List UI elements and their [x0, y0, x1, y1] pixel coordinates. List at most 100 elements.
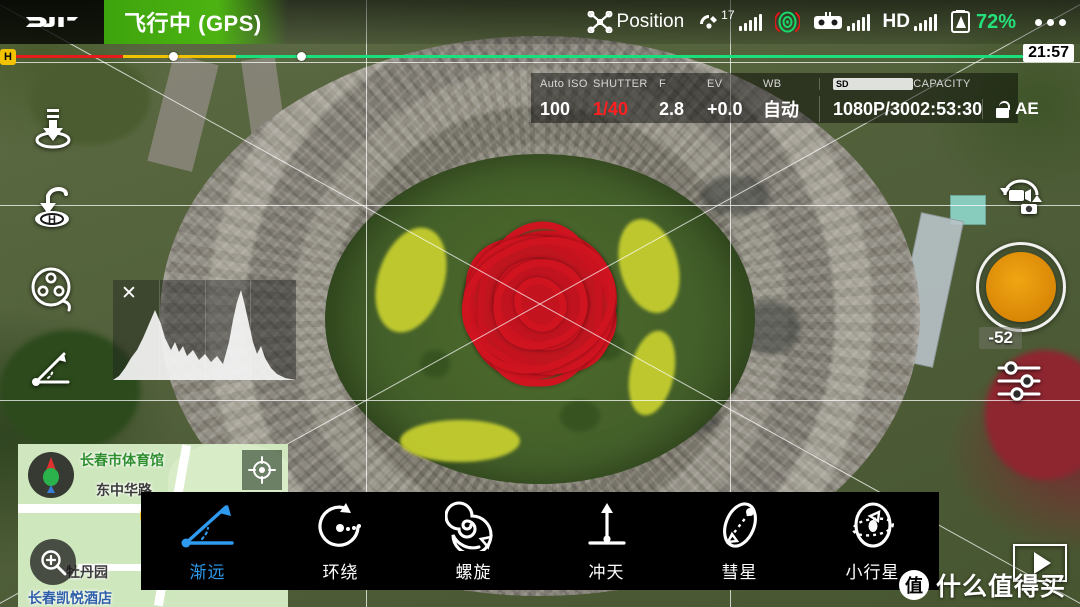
- quickshot-item-circle[interactable]: 环绕: [285, 498, 397, 584]
- feed-patch: [700, 175, 770, 215]
- watermark-text: 什么值得买: [935, 573, 1066, 601]
- histogram-panel: ✕: [113, 280, 296, 380]
- sd-label: SD: [836, 79, 849, 89]
- quickshot-label: 渐远: [189, 562, 226, 582]
- timeline-segment-yellow: [122, 55, 236, 58]
- wb-label-cell: WB: [763, 78, 819, 90]
- feed-flower-bed: [400, 420, 520, 462]
- timeline-home-label: H: [4, 51, 12, 63]
- iso-value-cell[interactable]: 100: [531, 96, 593, 122]
- quickshot-button[interactable]: [26, 264, 80, 314]
- rc-signal-bars: [846, 13, 870, 31]
- rocket-icon: [580, 500, 634, 552]
- remote-controller-indicator[interactable]: [813, 12, 870, 32]
- compass-icon: [43, 457, 59, 493]
- quickshot-item-rocket[interactable]: 冲天: [551, 498, 663, 584]
- flight-mode-label: Position: [616, 11, 685, 32]
- flight-status-text: 飞行中 (GPS): [124, 11, 262, 36]
- ev-value: +0.0: [707, 98, 743, 119]
- battery-icon: [950, 10, 970, 33]
- zoom-in-icon: [41, 550, 67, 576]
- timeline-segment-red: [0, 55, 123, 58]
- exposure-group-labels: Auto ISO SHUTTER F EV WB: [531, 78, 820, 90]
- camera-settings-button[interactable]: [992, 356, 1050, 406]
- battery-percent: 72%: [975, 10, 1016, 33]
- histogram-curve: [113, 290, 296, 380]
- satellite-icon: [700, 15, 718, 29]
- dji-logo-icon: [25, 17, 79, 27]
- map-zoom-in-button[interactable]: [30, 539, 76, 585]
- quickshot-item-dronie[interactable]: 渐远: [152, 498, 264, 584]
- dji-logo[interactable]: [0, 0, 104, 44]
- resolution-value: 1080P/30: [833, 98, 911, 119]
- vision-system-indicator[interactable]: [774, 10, 800, 34]
- flight-mode-indicator[interactable]: Position: [587, 11, 685, 33]
- close-icon[interactable]: ✕: [121, 284, 137, 303]
- ae-lock-button[interactable]: AE: [982, 99, 1039, 119]
- wb-value-cell[interactable]: 自动: [763, 96, 819, 122]
- shutter-label: SHUTTER: [593, 78, 648, 90]
- asteroid-icon: [844, 500, 902, 552]
- iso-label-cell: Auto ISO: [531, 78, 593, 90]
- dronie-icon: [178, 500, 238, 552]
- capacity-label-cell: CAPACITY: [913, 78, 1018, 90]
- return-to-home-button[interactable]: H: [26, 184, 80, 234]
- timeline-track: H: [0, 49, 1024, 65]
- auto-landing-icon: [35, 109, 71, 149]
- quickshot-item-helix[interactable]: 螺旋: [418, 498, 530, 584]
- photo-video-toggle-button[interactable]: [990, 170, 1052, 218]
- shutter-value-cell[interactable]: 1/40: [593, 96, 659, 122]
- aperture-value: 2.8: [659, 98, 685, 119]
- feed-shrub: [560, 400, 600, 432]
- flight-status-banner: 飞行中 (GPS): [104, 0, 288, 44]
- return-to-home-icon: H: [35, 187, 69, 227]
- record-button[interactable]: [976, 242, 1066, 332]
- camera-settings-values-row: 100 1/40 2.8 +0.0 自动 1080P/30 02:53:30 A…: [531, 95, 1039, 123]
- quickshot-menu: 渐远 环绕 螺旋 冲天 彗星 小行星: [141, 492, 939, 590]
- dronie-shortcut-button[interactable]: [26, 344, 80, 394]
- dronie-angle-icon: [32, 352, 70, 386]
- auto-landing-button[interactable]: [26, 104, 80, 154]
- quickshot-label: 螺旋: [455, 562, 492, 582]
- helix-icon: [444, 500, 503, 552]
- map-label: 长春凯悦酒店: [28, 590, 112, 606]
- svg-text:H: H: [48, 214, 56, 226]
- record-button-inner: [986, 252, 1056, 322]
- timeline-segment-green: [235, 55, 1024, 58]
- aperture-label-cell: F: [659, 78, 707, 90]
- quickshot-label: 环绕: [322, 562, 359, 582]
- aperture-label: F: [659, 78, 667, 90]
- exposure-group-values: 100 1/40 2.8 +0.0 自动: [531, 96, 820, 122]
- capacity-value: 02:53:30: [910, 98, 983, 119]
- iso-value: 100: [540, 98, 571, 119]
- hd-video-indicator[interactable]: HD: [883, 11, 937, 33]
- map-compass-button[interactable]: [28, 452, 74, 498]
- topbar-indicators: Position 17 HD 72%: [587, 8, 1080, 34]
- resolution-value-cell[interactable]: 1080P/30: [820, 99, 910, 120]
- shutter-label-cell: SHUTTER: [593, 78, 659, 90]
- quickshot-label: 小行星: [845, 562, 900, 582]
- map-label: 长春市体育馆: [80, 452, 164, 468]
- ev-value-cell[interactable]: +0.0: [707, 96, 763, 122]
- gps-satellite-count: 17: [721, 8, 735, 22]
- feed-red-flower-sculpture: [425, 204, 655, 404]
- dji-go-flight-screen: 飞行中 (GPS) Position 17 HD 72% H 21:57 Aut…: [0, 0, 1080, 607]
- capacity-value-cell: 02:53:30: [910, 99, 982, 120]
- drone-icon: [587, 11, 613, 33]
- remote-controller-icon: [813, 12, 842, 29]
- comet-icon: [712, 500, 768, 552]
- gps-signal-bars: [738, 13, 762, 31]
- more-dots-icon[interactable]: [1035, 18, 1066, 26]
- quickshot-label: 冲天: [588, 562, 625, 582]
- quickshot-item-comet[interactable]: 彗星: [684, 498, 796, 584]
- map-locate-button[interactable]: [242, 450, 282, 490]
- gps-indicator[interactable]: 17: [697, 8, 762, 32]
- battery-indicator[interactable]: 72%: [950, 10, 1016, 34]
- right-sidebar: [976, 170, 1066, 406]
- timeline-home-marker: H: [0, 49, 16, 65]
- quickshot-label: 彗星: [721, 562, 758, 582]
- watermark-logo: 值: [898, 570, 929, 600]
- iso-label: Auto ISO: [540, 78, 588, 90]
- battery-timeline: H 21:57: [0, 44, 1080, 65]
- aperture-value-cell[interactable]: 2.8: [659, 96, 707, 122]
